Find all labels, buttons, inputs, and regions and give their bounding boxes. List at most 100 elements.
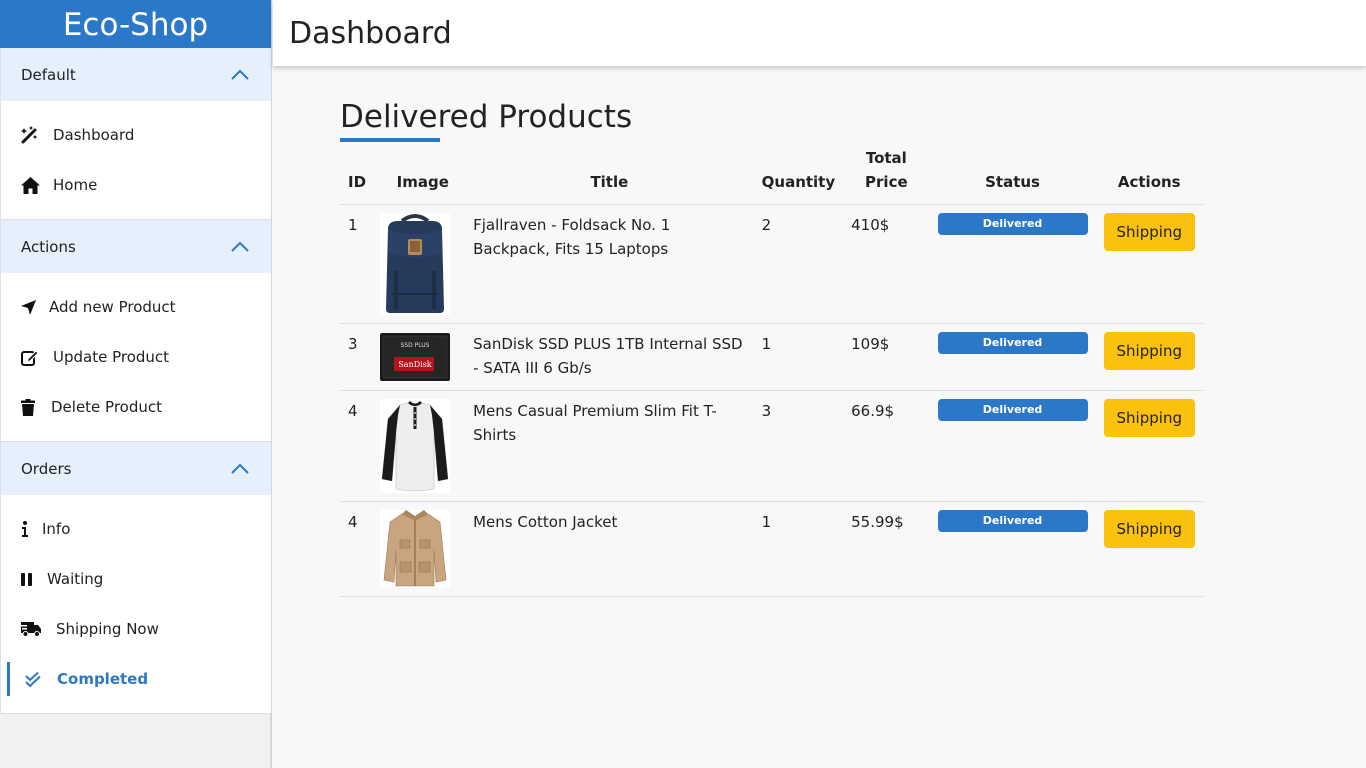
product-image-ssd: SSD PLUS SanDisk — [380, 332, 451, 382]
location-arrow-icon — [21, 298, 39, 316]
sidebar-item-label: Dashboard — [53, 126, 135, 144]
column-header-quantity: Quantity — [753, 146, 844, 205]
sidebar-section-default: Default Dashboard Home — [0, 48, 271, 220]
shipping-button[interactable]: Shipping — [1103, 213, 1195, 251]
section-heading: Delivered Products — [340, 99, 633, 135]
cell-actions: Shipping — [1095, 204, 1203, 324]
product-image-tshirt — [380, 399, 451, 493]
cell-status: Delivered — [929, 204, 1096, 324]
table-row: 4 Mens Casual Premium Slim Fit T-Shirts … — [340, 390, 1203, 502]
cell-actions: Shipping — [1095, 390, 1203, 502]
sidebar-item-waiting[interactable]: Waiting — [1, 554, 271, 604]
cell-title: Mens Cotton Jacket — [465, 501, 754, 597]
main-content: Delivered Products ID Image Title Quanti… — [340, 98, 1204, 597]
cell-price: 109$ — [843, 323, 930, 391]
cell-status: Delivered — [929, 323, 1096, 391]
cell-price: 410$ — [843, 204, 930, 324]
section-title: Orders — [21, 459, 72, 478]
sidebar: Eco-Shop Default Dashboard Home Actions — [0, 0, 272, 768]
cell-price: 55.99$ — [843, 501, 930, 597]
sidebar-item-home[interactable]: Home — [1, 160, 271, 210]
cell-image: SSD PLUS SanDisk — [380, 323, 466, 391]
sidebar-item-info[interactable]: Info — [1, 504, 271, 554]
column-header-total-line: Total — [865, 149, 907, 167]
brand-logo[interactable]: Eco-Shop — [0, 0, 271, 48]
product-image-jacket — [380, 510, 451, 588]
cell-quantity: 3 — [753, 390, 844, 502]
pause-icon — [21, 570, 37, 588]
sidebar-item-add-product[interactable]: Add new Product — [1, 282, 271, 332]
table-header-row: ID Image Title Quantity Total Price Statu… — [340, 146, 1203, 205]
cell-title: Fjallraven - Foldsack No. 1 Backpack, Fi… — [465, 204, 754, 324]
cell-status: Delivered — [929, 501, 1096, 597]
cell-quantity: 1 — [753, 501, 844, 597]
cell-title: Mens Casual Premium Slim Fit T-Shirts — [465, 390, 754, 502]
section-title: Actions — [21, 237, 76, 256]
cell-id: 4 — [340, 501, 381, 597]
status-badge: Delivered — [937, 332, 1088, 354]
sidebar-item-label: Update Product — [53, 348, 170, 366]
sidebar-item-label: Completed — [57, 670, 149, 688]
chevron-up-icon — [231, 463, 249, 474]
status-badge: Delivered — [937, 399, 1088, 421]
cell-actions: Shipping — [1095, 323, 1203, 391]
sidebar-item-label: Delete Product — [51, 398, 163, 416]
heading-underline — [340, 138, 440, 142]
sidebar-section-orders: Orders Info Waiting Shipping Now Complet… — [0, 442, 271, 714]
sidebar-item-label: Info — [42, 520, 71, 538]
trash-icon — [21, 398, 41, 416]
ssd-brand-text: SanDisk — [399, 360, 432, 369]
column-header-id: ID — [340, 146, 381, 205]
section-header-default[interactable]: Default — [1, 48, 271, 101]
sidebar-item-label: Waiting — [47, 570, 104, 588]
section-header-actions[interactable]: Actions — [1, 220, 271, 273]
column-header-total-price: Total Price — [843, 146, 930, 205]
status-badge: Delivered — [937, 213, 1088, 235]
column-header-actions: Actions — [1095, 146, 1203, 205]
page-title: Dashboard — [289, 15, 452, 51]
column-header-status: Status — [929, 146, 1096, 205]
status-badge: Delivered — [937, 510, 1088, 532]
sidebar-item-completed[interactable]: Completed — [1, 654, 271, 704]
sidebar-item-label: Home — [53, 176, 98, 194]
section-header-orders[interactable]: Orders — [1, 442, 271, 495]
column-header-price-line: Price — [865, 173, 908, 191]
ssd-model-text: SSD PLUS — [401, 342, 430, 349]
sidebar-item-delete-product[interactable]: Delete Product — [1, 382, 271, 432]
top-bar: Dashboard — [273, 0, 1366, 66]
column-header-title: Title — [465, 146, 754, 205]
table-row: 4 Mens Cotton Jacket 1 55.99$ Delivered … — [340, 501, 1203, 597]
cell-title: SanDisk SSD PLUS 1TB Internal SSD - SATA… — [465, 323, 754, 391]
shipping-button[interactable]: Shipping — [1103, 332, 1195, 370]
home-icon — [21, 176, 43, 194]
shipping-button[interactable]: Shipping — [1103, 510, 1195, 548]
cell-quantity: 2 — [753, 204, 844, 324]
cell-price: 66.9$ — [843, 390, 930, 502]
cell-actions: Shipping — [1095, 501, 1203, 597]
cell-image — [380, 501, 466, 597]
products-table: ID Image Title Quantity Total Price Statu… — [340, 146, 1203, 597]
column-header-image: Image — [380, 146, 466, 205]
table-row: 3 SSD PLUS SanDisk SanDisk SSD PLUS 1TB … — [340, 323, 1203, 391]
shipping-button[interactable]: Shipping — [1103, 399, 1195, 437]
edit-icon — [21, 348, 43, 366]
chevron-up-icon — [231, 69, 249, 80]
cell-image — [380, 204, 466, 324]
cell-status: Delivered — [929, 390, 1096, 502]
info-icon — [21, 520, 32, 538]
sidebar-item-dashboard[interactable]: Dashboard — [1, 110, 271, 160]
magic-wand-icon — [21, 126, 43, 144]
sidebar-item-shipping-now[interactable]: Shipping Now — [1, 604, 271, 654]
sidebar-item-label: Shipping Now — [56, 620, 159, 638]
sidebar-item-update-product[interactable]: Update Product — [1, 332, 271, 382]
sidebar-item-label: Add new Product — [49, 298, 176, 316]
truck-icon — [21, 620, 46, 638]
cell-id: 4 — [340, 390, 381, 502]
product-image-backpack — [380, 213, 451, 315]
cell-id: 3 — [340, 323, 381, 391]
cell-image — [380, 390, 466, 502]
sidebar-section-actions: Actions Add new Product Update Product D… — [0, 220, 271, 442]
chevron-up-icon — [231, 241, 249, 252]
cell-quantity: 1 — [753, 323, 844, 391]
cell-id: 1 — [340, 204, 381, 324]
